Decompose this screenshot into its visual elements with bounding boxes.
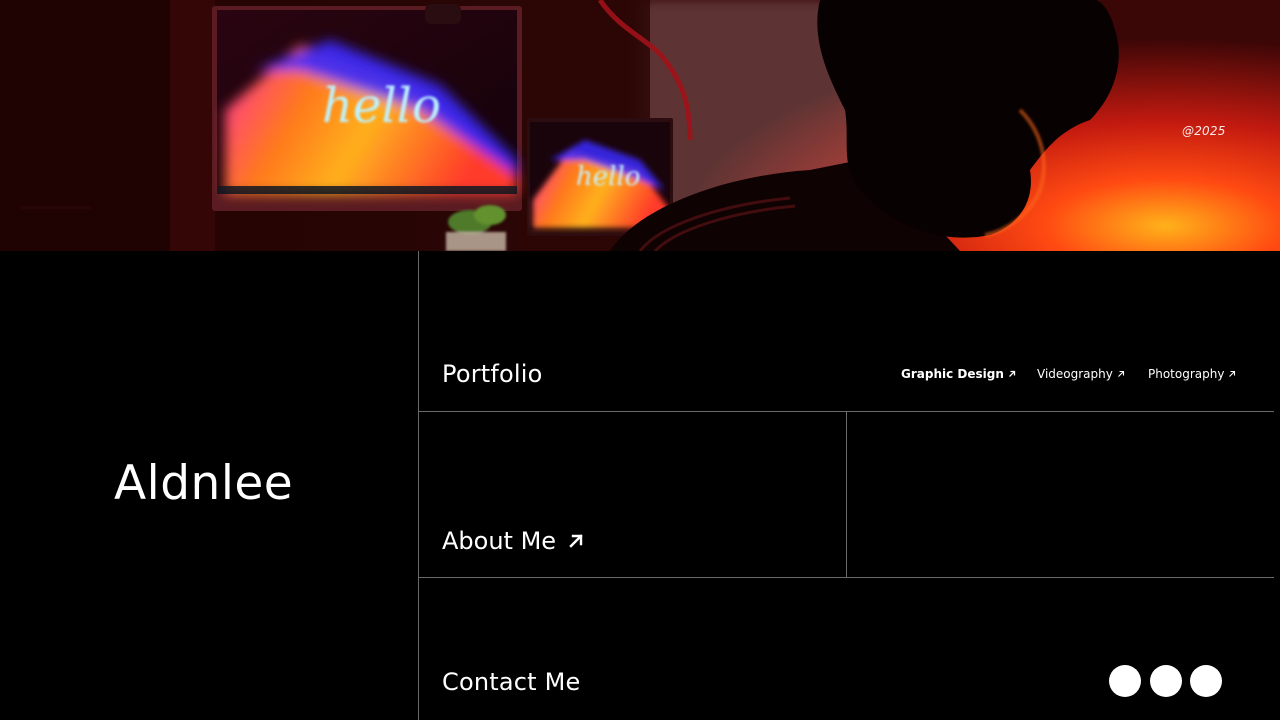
social-link-2[interactable] [1150,665,1182,697]
year-label: @2025 [1182,124,1226,138]
nav-photography-label: Photography [1148,367,1225,381]
monitor-hello-small-text: hello [576,162,640,192]
arrow-up-right-icon [1117,370,1124,377]
hero-illustration: hello hello ___________ [0,0,1280,251]
nav-videography-link[interactable]: Videography [1037,367,1125,381]
monitor-hello-text: hello [322,78,441,134]
about-me-link[interactable]: About Me [442,527,584,555]
portfolio-page: hello hello ___________ @2025 Aldnlee Po… [0,0,1280,720]
brand-name: Aldnlee [114,456,294,511]
portfolio-title: Portfolio [442,360,543,388]
arrow-up-right-icon [1229,370,1236,377]
about-me-label: About Me [442,527,557,555]
arrow-up-right-icon [1008,370,1016,377]
nav-graphic-design-label: Graphic Design [901,367,1004,381]
about-divider [418,577,1274,578]
social-link-3[interactable] [1190,665,1222,697]
nav-graphic-design-link[interactable]: Graphic Design [901,367,1016,381]
social-link-1[interactable] [1109,665,1141,697]
contact-title: Contact Me [442,668,581,696]
svg-text:___________: ___________ [19,194,92,209]
arrow-up-right-icon [569,534,583,548]
main-vertical-divider [418,251,419,720]
nav-photography-link[interactable]: Photography [1148,367,1236,381]
about-vertical-divider [846,411,847,578]
hero-banner-image: hello hello ___________ @2025 [0,0,1280,251]
nav-videography-label: Videography [1037,367,1113,381]
